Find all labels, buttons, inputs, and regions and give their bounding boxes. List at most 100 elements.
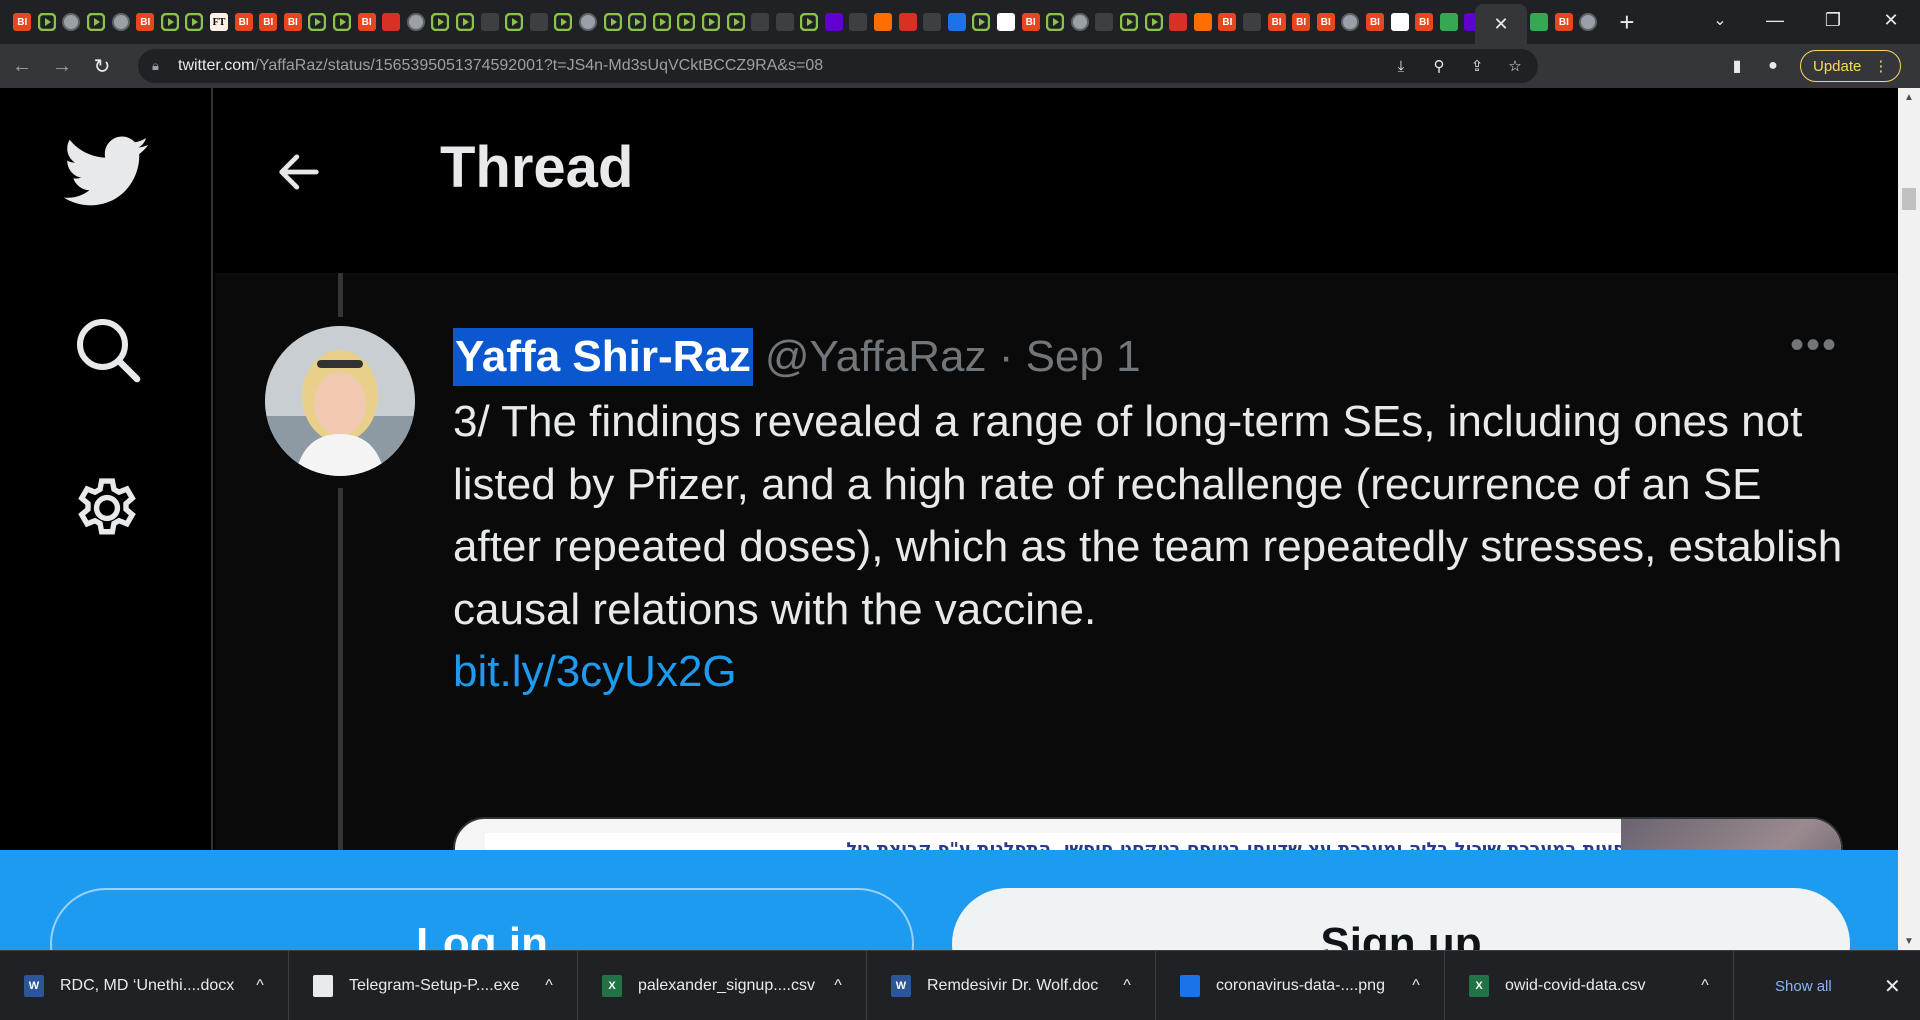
restore-icon[interactable]: ❐ bbox=[1804, 0, 1862, 40]
tab-14[interactable]: BI bbox=[354, 5, 379, 39]
reload-icon[interactable]: ↻ bbox=[84, 48, 120, 84]
tab-35[interactable] bbox=[871, 5, 896, 39]
tab-9[interactable]: BI bbox=[231, 5, 256, 39]
download-item[interactable]: Telegram-Setup-P....exe ^ bbox=[289, 950, 578, 1020]
tab-7[interactable] bbox=[182, 5, 207, 39]
tab-44[interactable] bbox=[1092, 5, 1117, 39]
download-item[interactable]: Xowid-covid-data.csv ^ bbox=[1445, 950, 1734, 1020]
scroll-up-icon[interactable]: ▲ bbox=[1898, 88, 1920, 106]
tab-34[interactable] bbox=[846, 5, 871, 39]
tab-16[interactable] bbox=[404, 5, 429, 39]
tab-43[interactable] bbox=[1068, 5, 1093, 39]
tab-26[interactable] bbox=[649, 5, 674, 39]
tab-11[interactable]: BI bbox=[281, 5, 306, 39]
search-icon[interactable] bbox=[0, 313, 213, 385]
tab-21[interactable] bbox=[526, 5, 551, 39]
tab-33[interactable] bbox=[822, 5, 847, 39]
download-item[interactable]: Xpalexander_signup....csv ^ bbox=[578, 950, 867, 1020]
back-nav-icon[interactable]: ← bbox=[4, 48, 40, 84]
tab-36[interactable] bbox=[895, 5, 920, 39]
tab-54[interactable] bbox=[1338, 5, 1363, 39]
tab-59[interactable] bbox=[1461, 5, 1475, 39]
settings-gear-icon[interactable] bbox=[0, 470, 213, 546]
tab-40[interactable] bbox=[994, 5, 1019, 39]
tab-18[interactable] bbox=[453, 5, 478, 39]
tab-51[interactable]: BI bbox=[1264, 5, 1289, 39]
tab-0[interactable]: BI bbox=[10, 5, 35, 39]
tab-50[interactable] bbox=[1240, 5, 1265, 39]
tab-39[interactable] bbox=[969, 5, 994, 39]
tab-5[interactable]: BI bbox=[133, 5, 158, 39]
minimize-icon[interactable]: — bbox=[1746, 0, 1804, 40]
scroll-thumb[interactable] bbox=[1902, 188, 1916, 210]
login-button[interactable]: Log in bbox=[50, 888, 914, 950]
tab-24[interactable] bbox=[600, 5, 625, 39]
new-tab-button[interactable]: + bbox=[1609, 5, 1645, 39]
tab-15[interactable] bbox=[379, 5, 404, 39]
download-item[interactable]: coronavirus-data-....png ^ bbox=[1156, 950, 1445, 1020]
tab-32[interactable] bbox=[797, 5, 822, 39]
tab-37[interactable] bbox=[920, 5, 945, 39]
show-all-button[interactable]: Show all bbox=[1775, 951, 1832, 1020]
tab-22[interactable] bbox=[551, 5, 576, 39]
tab-active[interactable]: ✕ bbox=[1475, 4, 1527, 44]
chevron-up-icon[interactable]: ^ bbox=[1406, 977, 1426, 995]
tab-52[interactable]: BI bbox=[1289, 5, 1314, 39]
chevron-up-icon[interactable]: ^ bbox=[1695, 977, 1715, 995]
share-icon[interactable]: ⇪ bbox=[1464, 57, 1490, 75]
tweet-link[interactable]: bit.ly/3cyUx2G bbox=[453, 641, 1843, 704]
tab-25[interactable] bbox=[625, 5, 650, 39]
author-handle-date[interactable]: @YaffaRaz · Sep 1 bbox=[765, 332, 1141, 382]
tab-after-2[interactable] bbox=[1576, 5, 1601, 39]
close-download-bar-icon[interactable]: ✕ bbox=[1884, 951, 1901, 1020]
tab-42[interactable] bbox=[1043, 5, 1068, 39]
tab-47[interactable] bbox=[1166, 5, 1191, 39]
tab-29[interactable] bbox=[723, 5, 748, 39]
signup-button[interactable]: Sign up bbox=[952, 888, 1850, 950]
update-button[interactable]: Update ⋮ bbox=[1800, 50, 1902, 82]
tab-1[interactable] bbox=[35, 5, 60, 39]
tab-10[interactable]: BI bbox=[256, 5, 281, 39]
download-item[interactable]: W RDC, MD ‘Unethi....docx ^ bbox=[0, 950, 289, 1020]
download-item[interactable]: W Remdesivir Dr. Wolf.doc ^ bbox=[867, 950, 1156, 1020]
twitter-logo-icon[interactable] bbox=[0, 136, 213, 208]
tab-57[interactable]: BI bbox=[1412, 5, 1437, 39]
page-scrollbar[interactable]: ▲ ▼ bbox=[1898, 88, 1920, 950]
author-name[interactable]: Yaffa Shir-Raz bbox=[453, 328, 753, 386]
tab-31[interactable] bbox=[772, 5, 797, 39]
tab-13[interactable] bbox=[330, 5, 355, 39]
tab-46[interactable] bbox=[1141, 5, 1166, 39]
tab-49[interactable]: BI bbox=[1215, 5, 1240, 39]
tab-20[interactable] bbox=[502, 5, 527, 39]
zoom-icon[interactable]: ⚲ bbox=[1426, 57, 1452, 75]
more-options-icon[interactable]: ••• bbox=[1790, 323, 1838, 368]
tab-53[interactable]: BI bbox=[1313, 5, 1338, 39]
avatar[interactable] bbox=[265, 326, 415, 476]
tab-30[interactable] bbox=[748, 5, 773, 39]
address-bar[interactable]: 🔒︎ twitter.com/YaffaRaz/status/156539505… bbox=[138, 49, 1538, 83]
tab-3[interactable] bbox=[84, 5, 109, 39]
lock-icon[interactable]: 🔒︎ bbox=[152, 58, 172, 74]
tab-19[interactable] bbox=[477, 5, 502, 39]
tab-45[interactable] bbox=[1117, 5, 1142, 39]
tab-search-icon[interactable]: ⌄ bbox=[1700, 0, 1740, 40]
tab-55[interactable]: BI bbox=[1363, 5, 1388, 39]
side-panel-icon[interactable]: ▮ bbox=[1724, 53, 1750, 79]
chevron-up-icon[interactable]: ^ bbox=[1117, 977, 1137, 995]
tab-2[interactable] bbox=[59, 5, 84, 39]
tab-27[interactable] bbox=[674, 5, 699, 39]
tab-48[interactable] bbox=[1191, 5, 1216, 39]
chevron-up-icon[interactable]: ^ bbox=[539, 977, 559, 995]
tab-58[interactable] bbox=[1436, 5, 1461, 39]
bookmark-star-icon[interactable]: ☆ bbox=[1502, 57, 1528, 75]
tab-12[interactable] bbox=[305, 5, 330, 39]
tab-28[interactable] bbox=[699, 5, 724, 39]
install-app-icon[interactable]: ⤓ bbox=[1388, 58, 1414, 75]
profile-icon[interactable]: ● bbox=[1760, 53, 1786, 79]
close-window-icon[interactable]: ✕ bbox=[1862, 0, 1920, 40]
back-arrow-icon[interactable] bbox=[273, 146, 333, 198]
tab-6[interactable] bbox=[158, 5, 183, 39]
close-icon[interactable]: ✕ bbox=[1493, 14, 1508, 35]
tab-17[interactable] bbox=[428, 5, 453, 39]
tab-23[interactable] bbox=[576, 5, 601, 39]
